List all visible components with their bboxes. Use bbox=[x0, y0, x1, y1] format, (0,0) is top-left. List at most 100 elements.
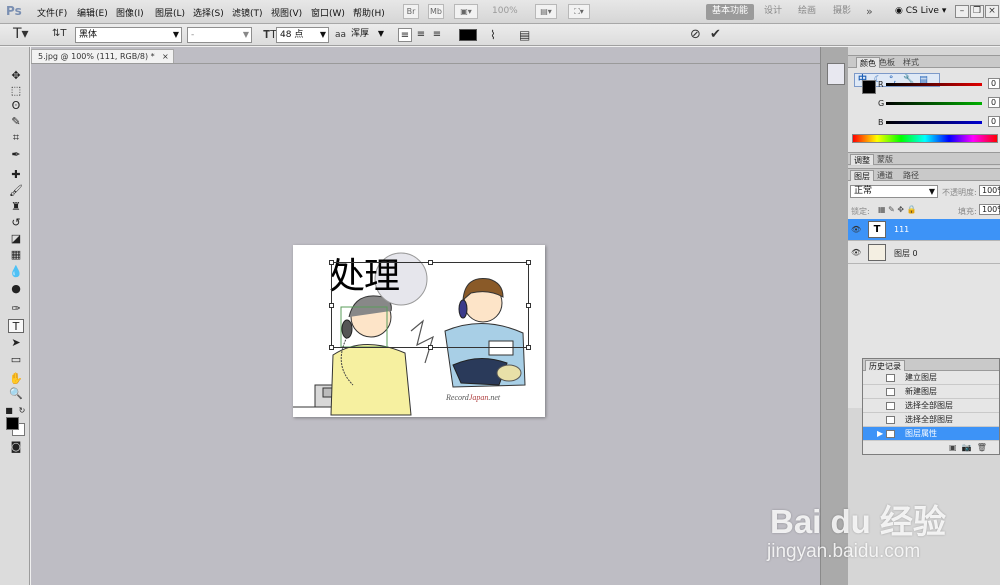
minimize-icon[interactable]: – bbox=[955, 5, 969, 18]
history-item[interactable]: 建立图层 bbox=[863, 371, 999, 385]
crop-tool-icon[interactable]: ⌗ bbox=[8, 131, 24, 145]
zoom-tool-icon[interactable]: 🔍 bbox=[8, 387, 24, 401]
commit-edits-icon[interactable]: ✔ bbox=[710, 27, 721, 42]
cs-live-button[interactable]: ◉ CS Live ▾ bbox=[895, 6, 946, 16]
font-style-select[interactable]: - ▼ bbox=[187, 27, 252, 43]
quick-mask-icon[interactable]: ◙ bbox=[8, 440, 24, 454]
channel-value-g[interactable]: 0 bbox=[988, 97, 1000, 108]
dodge-tool-icon[interactable]: ● bbox=[8, 282, 24, 296]
default-colors-icon[interactable]: ■ bbox=[4, 404, 14, 418]
align-left-button[interactable]: ≡ bbox=[398, 28, 412, 42]
menu-edit[interactable]: 编辑(E) bbox=[77, 6, 108, 19]
tab-history[interactable]: 历史记录 bbox=[865, 360, 905, 371]
eraser-tool-icon[interactable]: ◪ bbox=[8, 232, 24, 246]
foreground-color-swatch[interactable] bbox=[6, 417, 19, 430]
menu-window[interactable]: 窗口(W) bbox=[311, 6, 345, 19]
slider-track-b[interactable] bbox=[886, 121, 982, 124]
lasso-tool-icon[interactable]: ʘ bbox=[8, 99, 24, 113]
baidu-watermark-logo: Bai du 经验 bbox=[770, 495, 946, 543]
marquee-tool-icon[interactable]: ⬚ bbox=[8, 84, 24, 98]
eye-icon[interactable]: 👁 bbox=[851, 248, 861, 257]
text-layer-content[interactable]: 处理 bbox=[329, 247, 400, 299]
history-brush-tool-icon[interactable]: ↺ bbox=[8, 216, 24, 230]
path-selection-tool-icon[interactable]: ➤ bbox=[8, 336, 24, 350]
menu-image[interactable]: 图像(I) bbox=[116, 6, 144, 19]
layer-row[interactable]: 👁 图层 0 bbox=[848, 242, 1000, 264]
blur-tool-icon[interactable]: 💧 bbox=[8, 265, 24, 279]
screen-mode-icon[interactable]: ⛶▾ bbox=[568, 4, 590, 19]
more-workspaces-icon[interactable]: » bbox=[860, 4, 879, 20]
restore-icon[interactable]: ❐ bbox=[970, 5, 984, 18]
arrange-documents-icon[interactable]: ▤▾ bbox=[535, 4, 557, 19]
toggle-orientation-icon[interactable]: ⇅T bbox=[52, 28, 67, 39]
slider-track-r[interactable] bbox=[886, 83, 982, 86]
menu-layer[interactable]: 图层(L) bbox=[155, 6, 185, 19]
channel-value-b[interactable]: 0 bbox=[988, 116, 1000, 127]
tab-masks[interactable]: 蒙版 bbox=[874, 154, 896, 165]
close-document-icon[interactable]: × bbox=[162, 50, 169, 63]
font-size-select[interactable]: 48 点 ▼ bbox=[276, 27, 329, 43]
brush-tool-icon[interactable]: 🖌 bbox=[8, 184, 24, 198]
menu-help[interactable]: 帮助(H) bbox=[353, 6, 385, 19]
fill-value[interactable]: 100% bbox=[979, 204, 1000, 215]
rectangle-tool-icon[interactable]: ▭ bbox=[8, 353, 24, 367]
mini-bridge-icon[interactable]: Mb bbox=[428, 4, 444, 19]
history-item[interactable]: 选择全部图层 bbox=[863, 399, 999, 413]
bridge-icon[interactable]: Br bbox=[403, 4, 419, 19]
anti-alias-select[interactable]: 浑厚 ▼ bbox=[348, 27, 386, 43]
menu-select[interactable]: 选择(S) bbox=[193, 6, 224, 19]
eye-icon[interactable]: 👁 bbox=[851, 225, 861, 234]
slider-track-g[interactable] bbox=[886, 102, 982, 105]
foreground-color-swatch[interactable] bbox=[862, 80, 876, 94]
history-item[interactable]: 新建图层 bbox=[863, 385, 999, 399]
cancel-edits-icon[interactable]: ⊘ bbox=[690, 27, 701, 42]
workspace-essentials[interactable]: 基本功能 bbox=[706, 4, 755, 20]
image-canvas[interactable]: 处理 RecordJapan.net bbox=[293, 245, 545, 417]
menu-file[interactable]: 文件(F) bbox=[37, 6, 67, 19]
eyedropper-tool-icon[interactable]: ✒ bbox=[8, 148, 24, 162]
type-tool-icon[interactable]: T bbox=[8, 319, 24, 333]
tab-channels[interactable]: 通道 bbox=[874, 170, 896, 181]
move-tool-icon[interactable]: ✥ bbox=[8, 69, 24, 83]
history-item[interactable]: 选择全部图层 bbox=[863, 413, 999, 427]
workspace-photography[interactable]: 摄影 bbox=[827, 4, 857, 20]
view-extras-icon[interactable]: ▣▾ bbox=[454, 4, 478, 19]
history-item[interactable]: ▶ 图层属性 bbox=[863, 427, 999, 441]
workspace-painting[interactable]: 绘画 bbox=[792, 4, 822, 20]
channel-value-r[interactable]: 0 bbox=[988, 78, 1000, 89]
menu-view[interactable]: 视图(V) bbox=[271, 6, 302, 19]
text-color-swatch[interactable] bbox=[459, 29, 477, 41]
pen-tool-icon[interactable]: ✑ bbox=[8, 302, 24, 316]
lock-icons[interactable]: ▦ ✎ ✥ 🔒 bbox=[878, 205, 917, 214]
swap-colors-icon[interactable]: ↻ bbox=[17, 404, 27, 418]
menu-filter[interactable]: 滤镜(T) bbox=[232, 6, 263, 19]
warp-text-icon[interactable]: ⌇ bbox=[490, 28, 496, 42]
hand-tool-icon[interactable]: ✋ bbox=[8, 372, 24, 386]
layer-thumbnail bbox=[868, 244, 886, 261]
zoom-level[interactable]: 100% bbox=[492, 6, 518, 16]
history-footer-icons[interactable]: ▣ 📷 🗑 bbox=[949, 443, 987, 452]
gradient-tool-icon[interactable]: ▦ bbox=[8, 248, 24, 262]
tab-adjustments[interactable]: 调整 bbox=[850, 154, 874, 165]
type-tool-preset-icon[interactable]: T▾ bbox=[13, 26, 29, 42]
tab-layers[interactable]: 图层 bbox=[850, 170, 874, 181]
tab-styles[interactable]: 样式 bbox=[900, 57, 922, 68]
history-item-label: 建立图层 bbox=[905, 373, 937, 382]
workspace-design[interactable]: 设计 bbox=[758, 4, 788, 20]
opacity-value[interactable]: 100% bbox=[979, 185, 1000, 196]
align-right-button[interactable]: ≡ bbox=[430, 28, 444, 42]
tab-paths[interactable]: 路径 bbox=[900, 170, 922, 181]
close-icon[interactable]: × bbox=[985, 5, 999, 18]
quick-selection-tool-icon[interactable]: ✎ bbox=[8, 115, 24, 129]
image-watermark-suffix: .net bbox=[488, 393, 501, 402]
healing-brush-tool-icon[interactable]: ✚ bbox=[8, 168, 24, 182]
character-panel-icon[interactable]: ▤ bbox=[519, 28, 530, 42]
align-center-button[interactable]: ≡ bbox=[414, 28, 428, 42]
color-spectrum[interactable] bbox=[852, 134, 998, 143]
tab-swatches[interactable]: 色板 bbox=[876, 57, 898, 68]
font-family-select[interactable]: 黑体 ▼ bbox=[75, 27, 182, 43]
layer-row[interactable]: 👁 T 111 bbox=[848, 219, 1000, 241]
clone-stamp-tool-icon[interactable]: ♜ bbox=[8, 200, 24, 214]
blend-mode-select[interactable]: 正常 ▼ bbox=[850, 185, 938, 198]
document-tab[interactable]: 5.jpg @ 100% (111, RGB/8) * × bbox=[31, 49, 174, 63]
